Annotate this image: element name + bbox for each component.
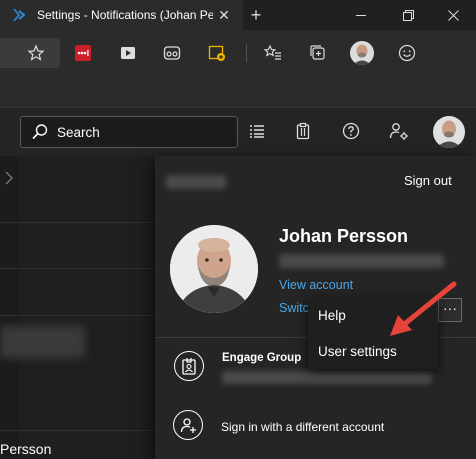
blurred-content (0, 326, 85, 358)
org-email-blurred (222, 371, 432, 384)
settings-person-icon[interactable] (388, 120, 410, 142)
left-rail (0, 156, 18, 459)
close-window-button[interactable] (430, 0, 476, 30)
row-divider (0, 315, 155, 316)
page-content (0, 156, 155, 459)
lastpass-icon[interactable] (72, 42, 94, 64)
minimize-icon (356, 14, 366, 16)
user-name: Johan Persson (279, 226, 409, 246)
row-divider (0, 430, 155, 431)
close-icon (447, 9, 459, 21)
extension-new-icon[interactable] (206, 42, 228, 64)
glasses-icon[interactable] (161, 42, 183, 64)
browser-tab[interactable]: Settings - Notifications (Johan Pe ✕ (0, 0, 243, 30)
badge-icon (174, 351, 204, 381)
restore-button[interactable] (385, 0, 431, 30)
header-avatar[interactable] (433, 116, 465, 148)
search-box[interactable]: Search (20, 116, 238, 148)
row-divider (0, 268, 155, 269)
email-blurred (279, 254, 444, 268)
toolbar-separator (246, 44, 247, 62)
tab-close-icon[interactable]: ✕ (216, 7, 232, 23)
profile-photo (170, 225, 258, 313)
sign-out-link[interactable]: Sign out (404, 173, 452, 188)
help-icon[interactable] (340, 120, 362, 142)
user-name-partial: Persson (0, 441, 52, 457)
menu-item-help[interactable]: Help (318, 308, 346, 323)
org-logo-blurred (166, 175, 226, 189)
profile-avatar[interactable] (350, 41, 374, 65)
search-icon (32, 124, 48, 140)
row-divider (0, 222, 155, 223)
view-account-link[interactable]: View account (279, 278, 353, 292)
nav-chevron[interactable] (0, 160, 18, 196)
search-label: Search (57, 125, 100, 140)
annotation-arrow (390, 281, 457, 336)
restore-icon (402, 9, 414, 21)
org-name[interactable]: Engage Group (222, 352, 301, 364)
clipboard-icon[interactable] (292, 120, 314, 142)
favorites-icon[interactable] (262, 42, 284, 64)
star-icon[interactable] (25, 42, 47, 64)
collections-icon[interactable] (307, 42, 329, 64)
new-tab-button[interactable]: + (247, 6, 265, 24)
switch-directory-link[interactable]: Switc (279, 301, 309, 315)
emoji-icon[interactable] (396, 42, 418, 64)
sign-in-different-account-link[interactable]: Sign in with a different account (221, 420, 384, 434)
minimize-button[interactable] (338, 0, 384, 30)
add-person-icon[interactable] (173, 410, 203, 440)
list-icon[interactable] (246, 120, 268, 142)
tab-title: Settings - Notifications (Johan Pe (37, 8, 213, 22)
favorites-bar (0, 76, 476, 108)
yammer-app-icon (11, 8, 26, 22)
media-icon[interactable] (117, 42, 139, 64)
